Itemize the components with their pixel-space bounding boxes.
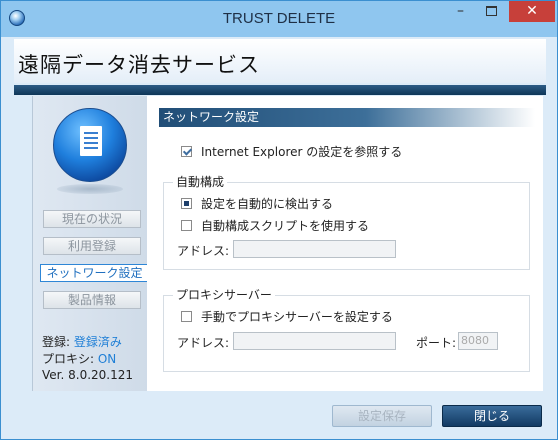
auto-config-title: 自動構成 <box>173 173 228 190</box>
network-settings-panel: ネットワーク設定 Internet Explorer の設定を参照する 自動構成… <box>147 96 543 391</box>
close-button[interactable]: 閉じる <box>442 405 542 427</box>
proxy-value: ON <box>97 352 117 366</box>
sidebar-item-registration[interactable]: 利用登録 <box>43 237 141 255</box>
close-window-button[interactable]: ✕ <box>509 1 555 22</box>
proxy-label: プロキシ: <box>42 352 98 366</box>
use-script-label: 自動構成スクリプトを使用する <box>201 219 370 233</box>
logo-shadow <box>57 184 123 194</box>
use-ie-settings-label: Internet Explorer の設定を参照する <box>201 145 403 159</box>
section-title: ネットワーク設定 <box>159 108 535 127</box>
sidebar-item-network[interactable]: ネットワーク設定 <box>40 264 148 282</box>
page-title: 遠隔データ消去サービス <box>18 53 260 77</box>
sidebar: 現在の状況 利用登録 ネットワーク設定 製品情報 登録: 登録済み プロキシ: … <box>32 96 148 391</box>
header-stripe <box>14 85 546 95</box>
manual-proxy-label: 手動でプロキシサーバーを設定する <box>201 310 393 324</box>
document-icon <box>80 126 102 156</box>
script-address-input[interactable] <box>233 240 396 258</box>
app-logo <box>53 108 127 182</box>
registration-value: 登録済み <box>73 335 122 349</box>
maximize-icon <box>486 6 497 16</box>
use-script-checkbox[interactable] <box>181 220 192 231</box>
port-input[interactable]: 8080 <box>458 332 498 350</box>
registration-label: 登録: <box>42 335 74 349</box>
title-bar[interactable]: TRUST DELETE – ✕ <box>1 1 557 37</box>
manual-proxy-checkbox[interactable] <box>181 311 192 322</box>
maximize-button[interactable] <box>478 1 505 22</box>
sidebar-item-status[interactable]: 現在の状況 <box>43 210 141 228</box>
save-settings-button[interactable]: 設定保存 <box>332 405 432 427</box>
sidebar-item-product-info[interactable]: 製品情報 <box>43 291 141 309</box>
auto-detect-checkbox[interactable] <box>181 198 192 209</box>
proxy-address-label: アドレス: <box>177 336 230 350</box>
app-window: TRUST DELETE – ✕ 遠隔データ消去サービス 現在の状況 利用登録 … <box>0 0 558 440</box>
registration-status: 登録: 登録済み <box>42 333 122 350</box>
script-address-label: アドレス: <box>177 244 230 258</box>
port-label: ポート: <box>416 336 457 350</box>
use-ie-settings-checkbox[interactable] <box>181 146 192 157</box>
proxy-server-title: プロキシサーバー <box>173 286 275 303</box>
auto-detect-label: 設定を自動的に検出する <box>201 197 334 211</box>
proxy-address-input[interactable] <box>233 332 396 350</box>
header: 遠隔データ消去サービス <box>14 39 546 83</box>
minimize-button[interactable]: – <box>447 1 474 22</box>
version-label: Ver. 8.0.20.121 <box>42 368 134 382</box>
proxy-status: プロキシ: ON <box>42 350 116 367</box>
